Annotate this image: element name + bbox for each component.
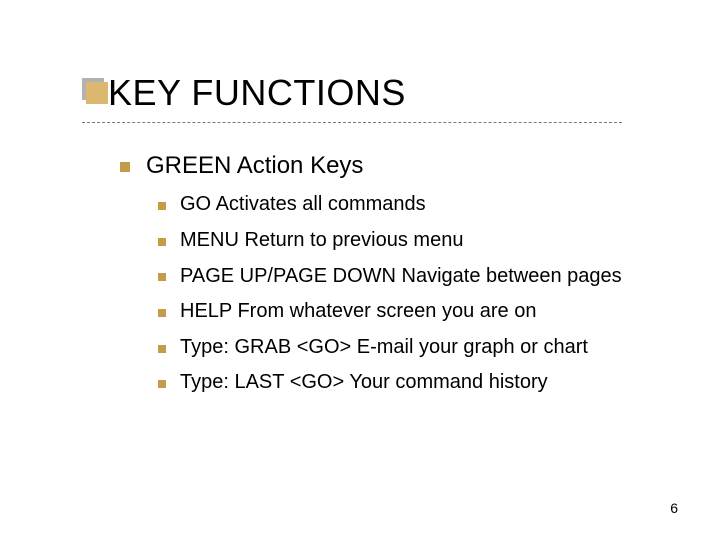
square-bullet-icon [158,380,166,388]
page-number: 6 [670,500,678,516]
list-item-text: HELP From whatever screen you are on [180,299,536,325]
list-item-text: GO Activates all commands [180,192,426,218]
list-item: MENU Return to previous menu [158,228,680,254]
list-item-text: MENU Return to previous menu [180,228,463,254]
square-bullet-icon [158,309,166,317]
list-item: HELP From whatever screen you are on [158,299,680,325]
bullet-level2-list: GO Activates all commands MENU Return to… [120,192,680,396]
list-item-text: Type: GRAB <GO> E-mail your graph or cha… [180,335,588,361]
list-item-text: Type: LAST <GO> Your command history [180,370,548,396]
list-item: GO Activates all commands [158,192,680,218]
sub-heading-text: GREEN Action Keys [146,150,363,182]
title-underline [82,122,622,123]
square-bullet-icon [158,273,166,281]
list-item: Type: LAST <GO> Your command history [158,370,680,396]
title-accent-icon [82,78,104,100]
list-item-text: PAGE UP/PAGE DOWN Navigate between pages [180,264,622,290]
bullet-level1: GREEN Action Keys [120,150,680,182]
square-bullet-icon [158,345,166,353]
square-bullet-icon [158,202,166,210]
slide-title: KEY FUNCTIONS [108,72,406,114]
content-area: GREEN Action Keys GO Activates all comma… [120,150,680,406]
list-item: Type: GRAB <GO> E-mail your graph or cha… [158,335,680,361]
list-item: PAGE UP/PAGE DOWN Navigate between pages [158,264,680,290]
square-bullet-icon [120,162,130,172]
slide: KEY FUNCTIONS GREEN Action Keys GO Activ… [0,0,720,540]
square-bullet-icon [158,238,166,246]
